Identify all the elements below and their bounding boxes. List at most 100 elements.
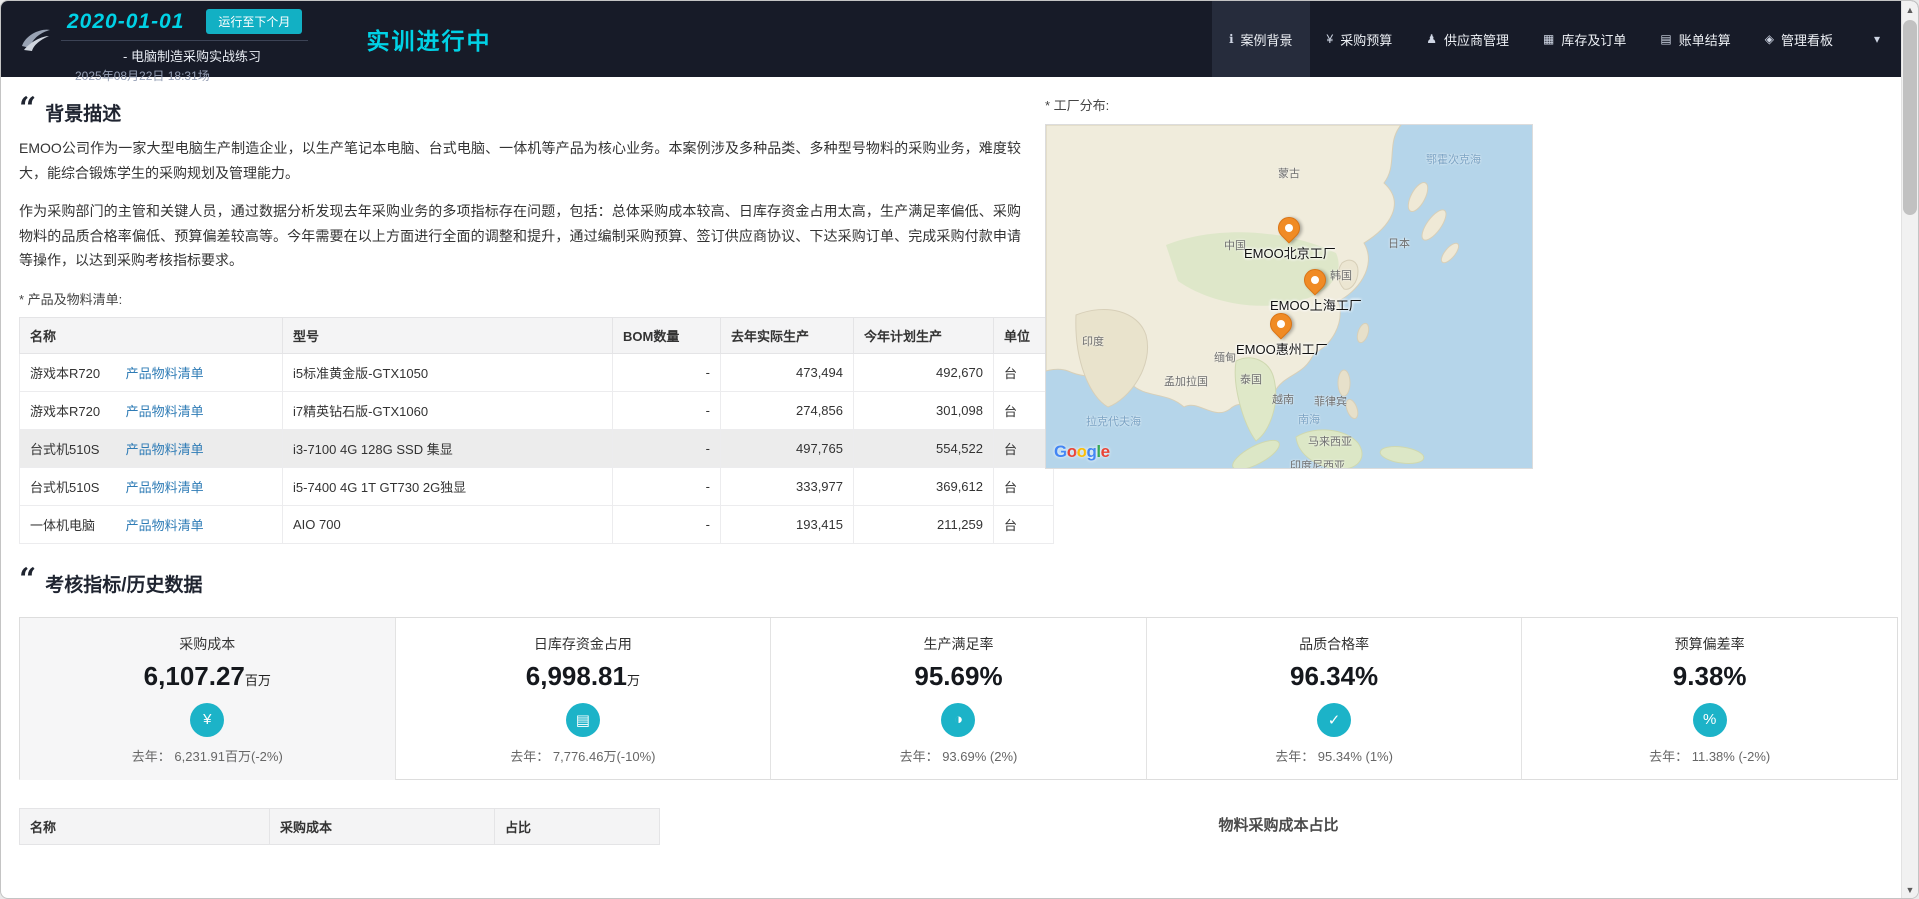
quote-icon: “ (19, 561, 37, 597)
map-label-malaysia: 马来西亚 (1308, 436, 1352, 448)
nav-item-procurement-budget[interactable]: ¥ 采购预算 (1310, 1, 1410, 77)
last-production: 193,415 (720, 504, 854, 544)
background-section: “ 背景描述 EMOO公司作为一家大型电脑生产制造企业，以生产笔记本电脑、台式电… (19, 91, 1054, 544)
factory-map-label: * 工厂分布: (1045, 98, 1110, 113)
scrollbar-thumb[interactable] (1903, 20, 1917, 215)
app-logo-icon (13, 1, 57, 77)
pin-label: EMOO上海工厂 (1270, 298, 1362, 313)
kpi-last-year: 去年： 7,776.46万(-10%) (510, 748, 656, 764)
nav-label: 采购预算 (1340, 32, 1393, 48)
last-production: 333,977 (720, 466, 854, 506)
col-name: 名称 (19, 807, 270, 845)
nav-more-dropdown[interactable]: ▾ (1856, 1, 1898, 77)
sim-clock: 2020-01-01 运行至下个月 - 电脑制造采购实战练习 2025年08月2… (61, 1, 309, 83)
kpi-card-procurement-cost[interactable]: 采购成本 6,107.27百万 ¥ 去年： 6,231.91百万(-2%) (19, 617, 395, 780)
info-icon: ℹ (1228, 32, 1234, 46)
bom-link[interactable]: 产品物料清单 (126, 518, 204, 533)
map-label-bangladesh: 孟加拉国 (1164, 376, 1208, 388)
plan-production: 211,259 (853, 504, 994, 544)
factory-map-section: * 工厂分布: 鄂霍次克海 蒙古 中国 日本 韩国 印度 缅甸 泰国 越南 菲律… (1045, 93, 1898, 544)
kpi-card-inventory-capital[interactable]: 日库存资金占用 6,998.81万 ▤ 去年： 7,776.46万(-10%) (394, 617, 771, 780)
kpi-card-budget-deviation[interactable]: 预算偏差率 9.38% % 去年： 11.38% (-2%) (1521, 617, 1898, 780)
map-label-south-china-sea: 南海 (1298, 414, 1320, 426)
google-logo: Google (1054, 442, 1110, 461)
bom-link[interactable]: 产品物料清单 (126, 366, 204, 381)
map-pin-huizhou[interactable]: EMOO惠州工厂 (1236, 308, 1328, 357)
material-cost-chart: 物料采购成本占比 (659, 808, 1898, 845)
kpi-value: 6,998.81万 (525, 660, 640, 691)
col-last-production: 去年实际生产 (720, 316, 854, 354)
product-model: AIO 700 (282, 504, 613, 544)
deviation-icon: % (1692, 702, 1727, 737)
table-row: 游戏本R720 产品物料清单 i5标准黄金版-GTX1050 - 473,494… (19, 352, 1054, 392)
table-row-highlighted: 台式机510S 产品物料清单 i3-7100 4G 128G SSD 集显 - … (19, 428, 1054, 468)
nav-item-inventory-orders[interactable]: ▦ 库存及订单 (1526, 1, 1643, 77)
run-next-month-button[interactable]: 运行至下个月 (206, 9, 303, 34)
plan-production: 301,098 (853, 390, 994, 430)
app-window: 2020-01-01 运行至下个月 - 电脑制造采购实战练习 2025年08月2… (0, 0, 1919, 899)
bom-link[interactable]: 产品物料清单 (126, 442, 204, 457)
plan-production: 554,522 (853, 428, 994, 468)
billing-icon: ▤ (1660, 32, 1672, 46)
plan-production: 492,670 (853, 352, 994, 392)
dashboard-icon: ◈ (1764, 32, 1774, 46)
quality-icon: ✓ (1317, 702, 1352, 737)
background-paragraph-2: 作为采购部门的主管和关键人员，通过数据分析发现去年采购业务的多项指标存在问题，包… (19, 203, 1021, 268)
kpi-detail-section: 名称 采购成本 占比 物料采购成本占比 (19, 807, 1898, 845)
factory-map[interactable]: 鄂霍次克海 蒙古 中国 日本 韩国 印度 缅甸 泰国 越南 菲律宾 马来西亚 印… (1045, 124, 1533, 469)
map-label-vietnam: 越南 (1272, 394, 1294, 406)
material-table-header: 名称 采购成本 占比 (19, 807, 660, 845)
col-name: 名称 (19, 316, 283, 354)
scroll-up-icon[interactable]: ▲ (1902, 1, 1918, 18)
page-content: “ 背景描述 EMOO公司作为一家大型电脑生产制造企业，以生产笔记本电脑、台式电… (1, 77, 1918, 845)
map-label-japan: 日本 (1388, 238, 1410, 250)
inventory-icon: ▦ (1543, 32, 1555, 46)
chart-title: 物料采购成本占比 (1218, 816, 1339, 834)
budget-icon: ¥ (1326, 32, 1334, 46)
map-label-china: 中国 (1224, 240, 1246, 252)
bom-count: - (612, 390, 721, 430)
nav-item-billing-settlement[interactable]: ▤ 账单结算 (1643, 1, 1747, 77)
map-pin-beijing[interactable]: EMOO北京工厂 (1244, 212, 1336, 261)
main-nav: ℹ 案例背景 ¥ 采购预算 ♟ 供应商管理 ▦ 库存及订单 ▤ 账单结算 ◈ 管… (1211, 1, 1898, 77)
bom-count: - (612, 428, 721, 468)
top-navbar: 2020-01-01 运行至下个月 - 电脑制造采购实战练习 2025年08月2… (1, 1, 1918, 83)
product-name: 一体机电脑 (30, 517, 96, 533)
kpi-card-production-fulfillment[interactable]: 生产满足率 95.69% ◑ 去年： 93.69% (2%) (770, 617, 1146, 780)
kpi-last-year: 去年： 93.69% (2%) (899, 748, 1018, 764)
table-row: 游戏本R720 产品物料清单 i7精英钻石版-GTX1060 - 274,856… (19, 390, 1054, 430)
map-label-korea: 韩国 (1330, 270, 1352, 282)
nav-item-management-dashboard[interactable]: ◈ 管理看板 (1748, 1, 1850, 77)
map-label-myanmar: 缅甸 (1214, 352, 1236, 364)
product-model: i7精英钻石版-GTX1060 (282, 390, 613, 430)
bom-count: - (612, 352, 721, 392)
bom-link[interactable]: 产品物料清单 (126, 480, 204, 495)
plan-production: 369,612 (853, 466, 994, 506)
vertical-scrollbar[interactable]: ▲ ▼ (1901, 1, 1918, 898)
production-icon: ◑ (941, 702, 976, 737)
money-icon: ¥ (190, 702, 225, 737)
nav-label: 账单结算 (1678, 32, 1731, 48)
map-label-laccadive-sea: 拉克代夫海 (1086, 416, 1141, 428)
map-label-indonesia: 印度尼西亚 (1290, 460, 1345, 469)
kpi-label: 日库存资金占用 (533, 635, 632, 652)
map-label-india: 印度 (1082, 336, 1104, 348)
product-list-label: * 产品及物料清单: (19, 291, 123, 307)
product-model: i3-7100 4G 128G SSD 集显 (282, 428, 613, 468)
bank-icon: ▤ (565, 702, 600, 737)
table-row: 台式机510S 产品物料清单 i5-7400 4G 1T GT730 2G独显 … (19, 466, 1054, 506)
nav-item-supplier-management[interactable]: ♟ 供应商管理 (1409, 1, 1526, 77)
map-pin-shanghai[interactable]: EMOO上海工厂 (1270, 264, 1362, 313)
kpi-last-year: 去年： 95.34% (1%) (1275, 748, 1393, 764)
product-table-header: 名称 型号 BOM数量 去年实际生产 今年计划生产 单位 (19, 316, 1054, 354)
kpi-label: 采购成本 (179, 635, 236, 652)
kpi-card-quality-rate[interactable]: 品质合格率 96.34% ✓ 去年： 95.34% (1%) (1145, 617, 1522, 780)
col-procurement-cost: 采购成本 (269, 807, 495, 845)
map-label-thailand: 泰国 (1240, 374, 1262, 386)
training-status-title: 实训进行中 (366, 28, 492, 54)
nav-item-case-background[interactable]: ℹ 案例背景 (1211, 1, 1310, 77)
kpi-last-year: 去年： 6,231.91百万(-2%) (131, 748, 283, 764)
bom-link[interactable]: 产品物料清单 (126, 404, 204, 419)
background-title: “ 背景描述 (19, 91, 122, 126)
scroll-down-icon[interactable]: ▼ (1902, 881, 1918, 898)
